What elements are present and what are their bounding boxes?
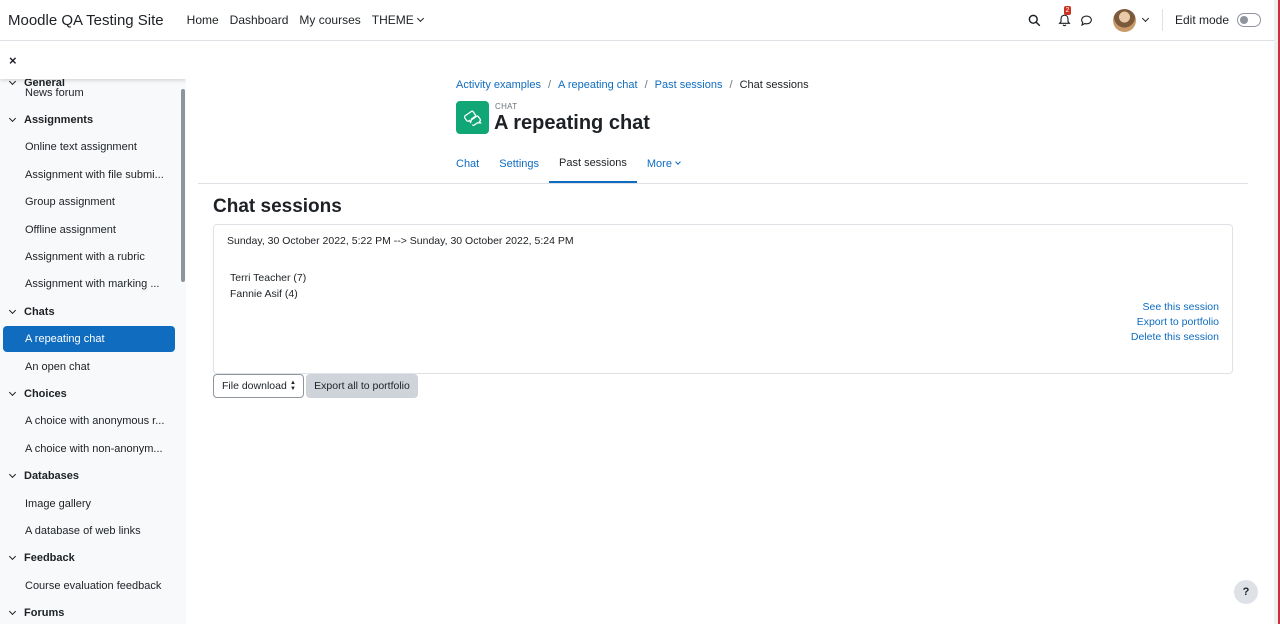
export-portfolio-link[interactable]: Export to portfolio (1131, 315, 1219, 330)
divider (1161, 9, 1163, 31)
nav-home[interactable]: Home (187, 13, 219, 27)
session-user: Terri Teacher (7) (230, 272, 307, 284)
session-users: Terri Teacher (7) Fannie Asif (4) (230, 270, 306, 302)
section-label: Chats (24, 305, 55, 318)
course-index-item[interactable]: Offline assignment (0, 216, 186, 243)
course-section-chats[interactable]: Chats (0, 298, 186, 325)
section-label: Feedback (24, 552, 75, 565)
tab-more-label: More (646, 157, 672, 170)
tab-settings[interactable]: Settings (489, 144, 549, 183)
course-index-item[interactable]: Assignment with a rubric (0, 243, 186, 270)
chevron-down-icon (675, 159, 681, 165)
course-section-assignments[interactable]: Assignments (0, 106, 186, 133)
edit-mode-toggle[interactable] (1237, 13, 1261, 27)
chevron-down-icon (8, 553, 17, 561)
bell-icon (1058, 14, 1072, 26)
course-index-item[interactable]: A repeating chat (3, 326, 175, 353)
chevron-down-icon[interactable] (1141, 14, 1150, 23)
download-format-select[interactable]: File download ▲ ▼ (213, 374, 304, 398)
chevron-down-icon (416, 14, 424, 23)
breadcrumb-repeating-chat[interactable]: A repeating chat (558, 79, 638, 91)
secondary-navigation: Chat Settings Past sessions More (446, 144, 690, 183)
user-navigation: 2 Edit mode (1027, 0, 1274, 40)
divider (198, 183, 1248, 184)
course-section-feedback[interactable]: Feedback (0, 545, 186, 572)
breadcrumb-activity-examples[interactable]: Activity examples (456, 79, 541, 91)
chat-session-card: Sunday, 30 October 2022, 5:22 PM --> Sun… (213, 224, 1233, 374)
breadcrumb-separator: / (547, 79, 552, 91)
course-index-item[interactable]: An open chat (0, 353, 186, 380)
chevron-down-icon (8, 306, 17, 314)
section-label: Forums (24, 607, 65, 620)
notifications-button[interactable]: 2 (1057, 6, 1073, 28)
course-index-item[interactable]: Image gallery (0, 490, 186, 517)
session-user: Fannie Asif (4) (230, 288, 298, 300)
section-label: Databases (24, 470, 80, 483)
nav-theme-dropdown[interactable]: THEME (371, 13, 424, 27)
primary-navigation: Home Dashboard My courses THEME (187, 13, 434, 27)
chevron-down-icon (8, 608, 17, 616)
tab-past-sessions[interactable]: Past sessions (549, 144, 637, 183)
course-index-list: General News forum Assignments Online text… (0, 77, 186, 624)
course-index-drawer: × General News forum Assignments Online te… (0, 41, 186, 624)
course-index-item[interactable]: A database of web links (0, 517, 186, 544)
course-index-item[interactable]: A choice with anonymous r... (0, 408, 186, 435)
course-index-item[interactable]: Assignment with marking ... (0, 271, 186, 298)
chevron-down-icon (8, 471, 17, 479)
breadcrumb-separator: / (729, 79, 733, 91)
drawer-header: × (0, 41, 186, 79)
breadcrumb: Activity examples / A repeating chat / Pas… (456, 79, 809, 91)
course-section-forums[interactable]: Forums (0, 599, 186, 624)
section-label: Choices (24, 387, 67, 400)
close-icon[interactable]: × (9, 53, 17, 68)
course-index-item[interactable]: Group assignment (0, 189, 186, 216)
course-index-item[interactable]: Course evaluation feedback (0, 572, 186, 599)
messages-icon[interactable] (1079, 12, 1095, 28)
chevron-down-icon (8, 115, 17, 123)
user-avatar[interactable] (1112, 8, 1136, 32)
search-icon[interactable] (1027, 12, 1043, 28)
breadcrumb-past-sessions[interactable]: Past sessions (655, 79, 723, 91)
select-arrows-icon: ▲ ▼ (290, 380, 296, 392)
session-actions: See this session Export to portfolio Del… (1131, 300, 1219, 345)
breadcrumb-current: Chat sessions (739, 79, 809, 91)
session-time-range: Sunday, 30 October 2022, 5:22 PM --> Sun… (227, 235, 574, 247)
breadcrumb-separator: / (644, 79, 648, 91)
course-index-item[interactable]: A choice with non-anonym... (0, 435, 186, 462)
tab-more[interactable]: More (637, 144, 690, 183)
nav-theme-label: THEME (371, 13, 414, 27)
tab-chat[interactable]: Chat (446, 144, 489, 183)
section-label: Assignments (24, 114, 94, 127)
course-section-databases[interactable]: Databases (0, 462, 186, 489)
course-index-item[interactable]: Assignment with file submi... (0, 161, 186, 188)
site-name[interactable]: Moodle QA Testing Site (8, 12, 164, 29)
export-all-button[interactable]: Export all to portfolio (306, 374, 418, 398)
help-button[interactable]: ? (1234, 580, 1258, 604)
nav-dashboard[interactable]: Dashboard (230, 13, 289, 27)
section-heading: Chat sessions (213, 196, 342, 217)
delete-session-link[interactable]: Delete this session (1131, 330, 1219, 345)
module-type-label: CHAT (495, 102, 518, 111)
nav-my-courses[interactable]: My courses (299, 13, 360, 27)
chat-activity-icon (456, 101, 489, 134)
see-session-link[interactable]: See this session (1131, 300, 1219, 315)
edit-mode-label: Edit mode (1174, 13, 1229, 27)
select-value: File download (222, 380, 287, 392)
course-index-item[interactable]: Online text assignment (0, 134, 186, 161)
notification-count-badge: 2 (1063, 6, 1071, 15)
course-section-choices[interactable]: Choices (0, 380, 186, 407)
drawer-scrollbar[interactable] (181, 89, 185, 282)
chevron-down-icon (8, 388, 17, 397)
top-navbar: Moodle QA Testing Site Home Dashboard My… (0, 0, 1274, 41)
page-title: A repeating chat (494, 112, 650, 134)
